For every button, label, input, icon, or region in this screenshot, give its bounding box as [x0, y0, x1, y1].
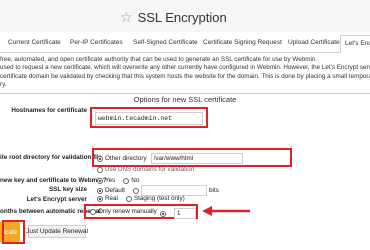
copy-yes-label: Yes	[105, 177, 116, 184]
server-real-radio[interactable]	[97, 195, 103, 202]
tab-lets-encrypt[interactable]: Let's Encr	[340, 35, 370, 53]
keysize-default-label: Default	[105, 187, 125, 194]
server-real-label: Real	[105, 195, 118, 202]
tab-self-signed-certificate[interactable]: Self-Signed Certificate	[133, 37, 198, 51]
keysize-custom-radio[interactable]	[132, 187, 139, 194]
tab-current-certificate[interactable]: Current Certificate	[8, 37, 61, 51]
description-line: ry.	[0, 80, 7, 88]
tab-upload-certificate[interactable]: Upload Certificate	[288, 37, 340, 51]
webroot-other-label: Other directory	[105, 155, 147, 162]
description: free, automated, and open certificate au…	[0, 56, 370, 89]
server-staging-radio[interactable]	[125, 195, 132, 202]
renew-months-radio[interactable]	[160, 210, 166, 217]
copy-options: Yes No	[97, 177, 139, 184]
page-title: ☆ SSL Encryption	[120, 7, 227, 27]
hostnames-textarea[interactable]: webmin.tecadmin.net	[95, 112, 203, 125]
hostnames-highlight: webmin.tecadmin.net	[90, 107, 208, 128]
dns-option-label: Use DNS domains for validation	[105, 166, 195, 173]
star-icon[interactable]: ☆	[120, 10, 133, 24]
webroot-directory-input[interactable]: /var/www/html	[150, 153, 243, 164]
server-label: Let's Encrypt server	[26, 196, 87, 203]
keysize-unit: bits	[208, 187, 219, 194]
keysize-label: SSL key size	[48, 186, 87, 193]
renew-months-input[interactable]: 1	[174, 208, 196, 219]
server-options: Real Staging (test only)	[97, 195, 185, 202]
dns-radio[interactable]	[97, 166, 103, 173]
hostnames-label: Hostnames for certificate	[11, 107, 87, 114]
description-line: certificate domain be validated by check…	[0, 72, 370, 80]
request-button-highlight	[2, 220, 25, 244]
red-arrow-icon	[202, 206, 250, 216]
tab-certificate-signing-request[interactable]: Certificate Signing Request	[203, 37, 282, 51]
description-line: used to request a new certificate, which…	[0, 64, 370, 72]
page-title-text: SSL Encryption	[137, 9, 227, 25]
dns-option[interactable]: Use DNS domains for validation	[97, 166, 194, 173]
webroot-other-radio[interactable]	[97, 155, 103, 162]
section-title: Options for new SSL certificate	[133, 95, 237, 104]
webroot-label: ite root directory for validation file	[0, 154, 103, 161]
webroot-other-option[interactable]: Other directory /var/www/html	[97, 153, 243, 164]
server-staging-label: Staging (test only)	[133, 195, 185, 202]
title-bar: ☆ SSL Encryption	[0, 0, 370, 32]
copy-no-label: No	[131, 177, 140, 184]
tab-per-ip-certificates[interactable]: Per-IP Certificates	[70, 37, 123, 51]
copy-yes-radio[interactable]	[97, 177, 103, 184]
just-update-renewal-button[interactable]: Just Update Renewal	[26, 225, 88, 238]
description-line: free, automated, and open certificate au…	[0, 56, 318, 63]
renew-months-option[interactable]: 1	[160, 208, 196, 219]
copy-no-radio[interactable]	[123, 177, 130, 184]
keysize-default-radio[interactable]	[97, 187, 103, 194]
tab-bar: Current Certificate Per-IP Certificates …	[0, 34, 370, 53]
copy-to-webmin-label: new key and certificate to Webmin?	[0, 177, 107, 184]
